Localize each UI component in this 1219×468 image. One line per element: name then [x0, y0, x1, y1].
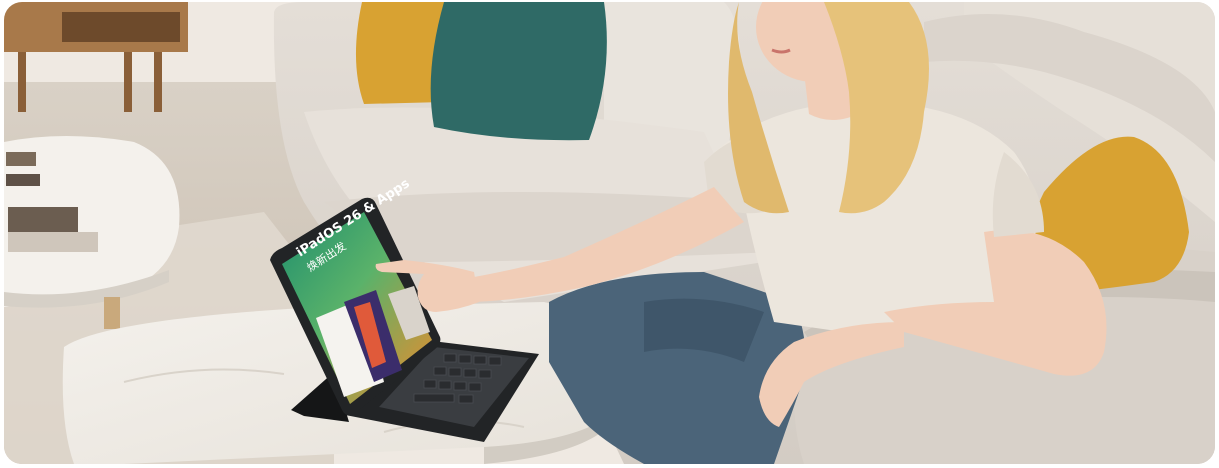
teal-pillow: [430, 2, 607, 141]
photo-frame: iPadOS 26 & Apps 焕新出发: [4, 2, 1215, 464]
photo-illustration: iPadOS 26 & Apps 焕新出发: [4, 2, 1215, 464]
